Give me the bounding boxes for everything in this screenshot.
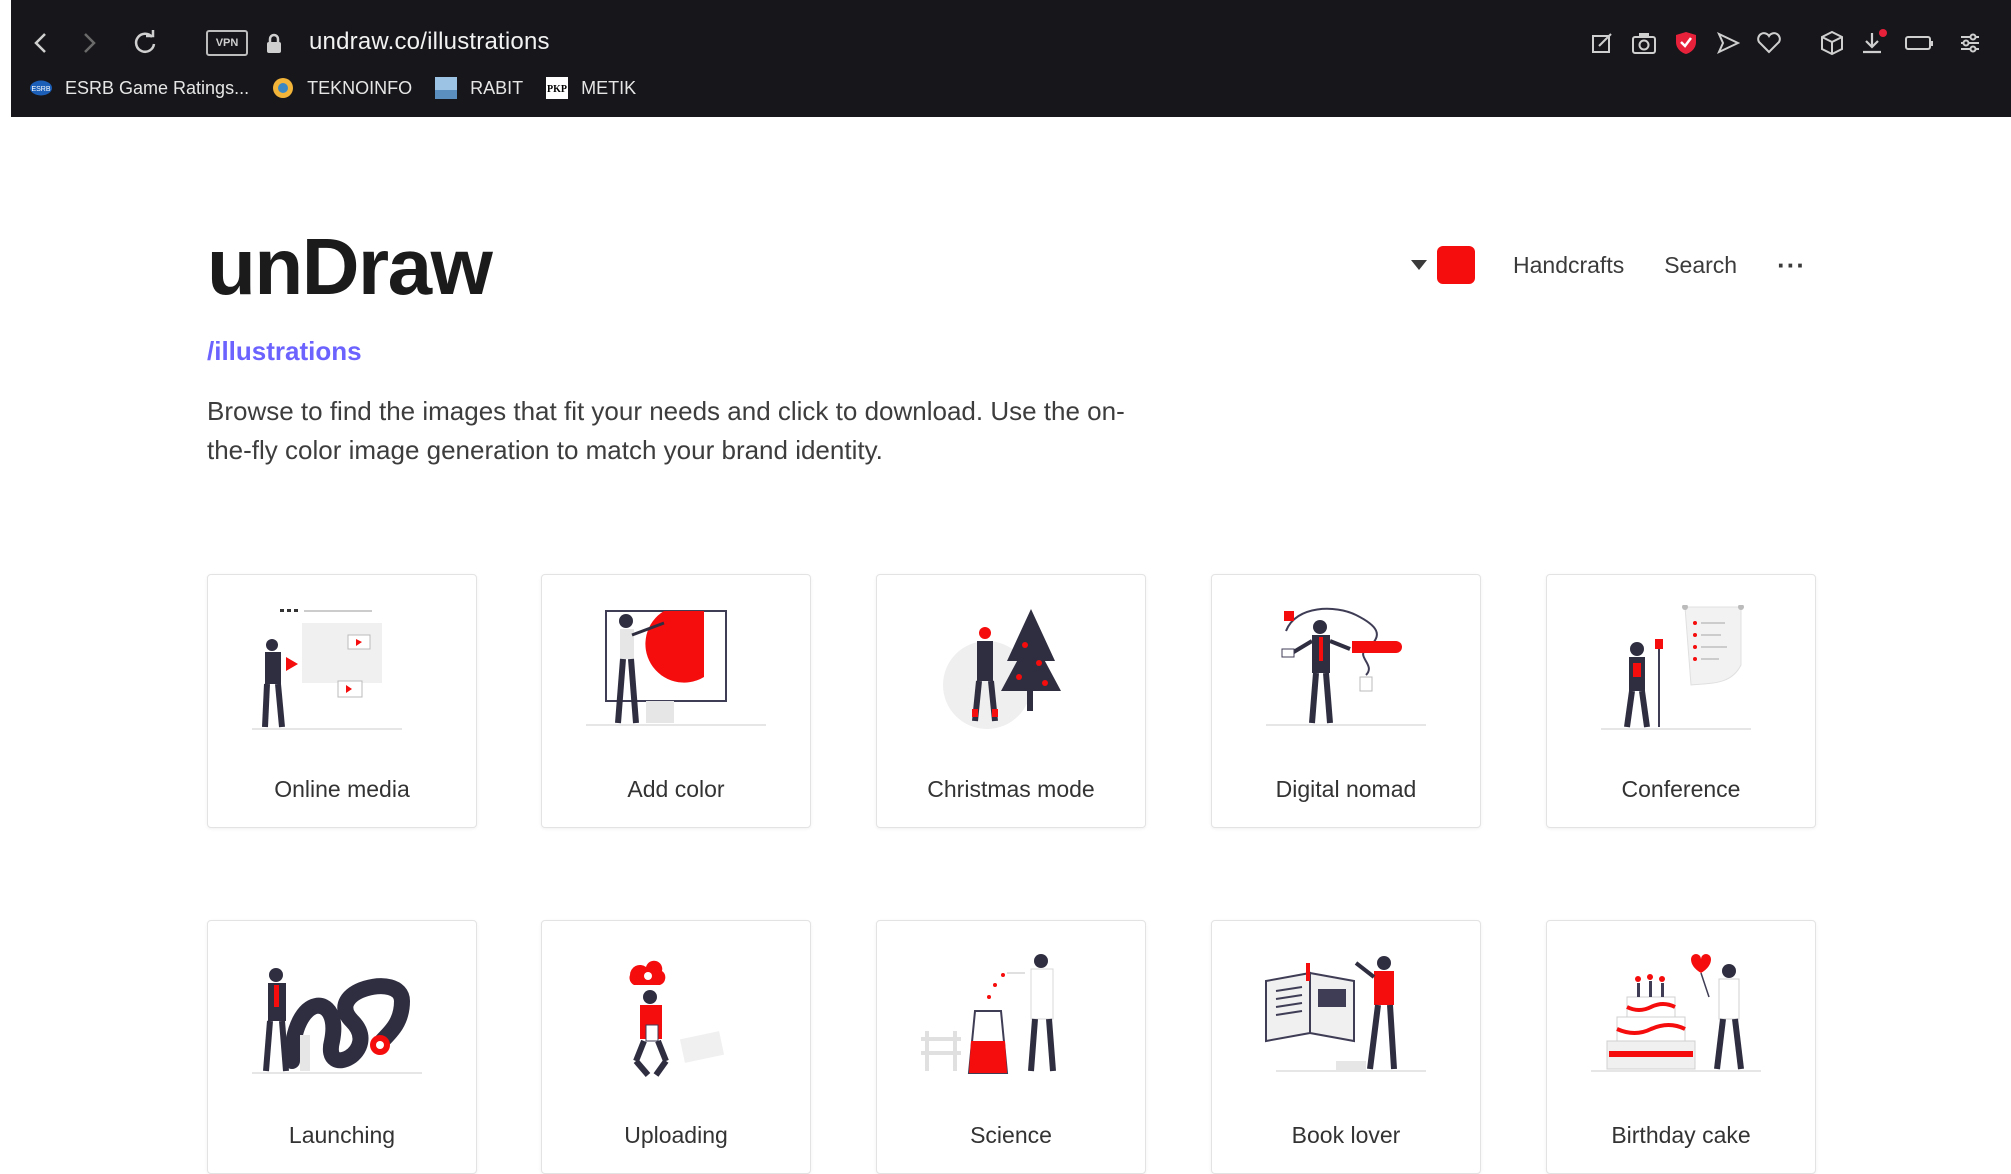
- illustration-card-launching[interactable]: Launching: [207, 920, 477, 1174]
- illustration-card-add-color[interactable]: Add color: [541, 574, 811, 828]
- illustration-label: Digital nomad: [1275, 776, 1417, 802]
- illustration-label: Uploading: [624, 1122, 728, 1148]
- add-color-illustration: [586, 610, 766, 726]
- site-logo[interactable]: unDraw: [207, 221, 493, 313]
- color-dropdown-caret-icon[interactable]: [1411, 260, 1427, 270]
- forward-button[interactable]: [71, 25, 107, 61]
- edit-icon[interactable]: [1587, 28, 1617, 58]
- header-nav: Handcrafts Search ···: [1411, 245, 1806, 285]
- book-lover-illustration: [1265, 956, 1426, 1072]
- page-content: unDraw /illustrations Browse to find the…: [11, 117, 2011, 1174]
- shield-icon[interactable]: [1671, 28, 1701, 58]
- accent-color-picker[interactable]: [1437, 246, 1475, 284]
- nav-search[interactable]: Search: [1664, 252, 1737, 279]
- launching-illustration: [252, 968, 422, 1074]
- illustration-card-book-lover[interactable]: Book lover: [1211, 920, 1481, 1174]
- back-arrow-icon: [34, 33, 46, 53]
- illustration-card-birthday-cake[interactable]: Birthday cake: [1546, 920, 1816, 1174]
- settings-menu-icon[interactable]: [1955, 28, 1985, 58]
- illustration-label: Online media: [274, 776, 410, 802]
- page-subpath: /illustrations: [207, 336, 362, 366]
- metik-icon: PKP: [545, 76, 569, 100]
- svg-text:PKP: PKP: [547, 84, 567, 95]
- bookmark-label: TEKNOINFO: [307, 77, 413, 98]
- nav-handcrafts[interactable]: Handcrafts: [1513, 252, 1624, 279]
- illustration-card-science[interactable]: Science: [876, 920, 1146, 1174]
- send-icon[interactable]: [1713, 28, 1743, 58]
- browser-top-strip: [11, 0, 2011, 8]
- bookmark-teknoinfo[interactable]: TEKNOINFO: [271, 76, 412, 100]
- illustration-card-digital-nomad[interactable]: Digital nomad: [1211, 574, 1481, 828]
- cube-icon[interactable]: [1817, 28, 1847, 58]
- birthday-cake-illustration: [1591, 954, 1761, 1072]
- rabit-icon: [434, 76, 458, 100]
- browser-chrome: VPN undraw.co/illustrations ESRB ESRB Ga…: [11, 8, 2011, 117]
- page-description: Browse to find the images that fit your …: [207, 396, 1125, 465]
- science-illustration: [921, 954, 1056, 1074]
- reload-icon: [134, 30, 156, 53]
- reload-button[interactable]: [127, 25, 163, 61]
- svg-text:ESRB: ESRB: [31, 86, 50, 93]
- bookmark-label: ESRB Game Ratings...: [65, 77, 250, 98]
- bookmark-rabit[interactable]: RABIT: [434, 76, 523, 100]
- bookmark-esrb[interactable]: ESRB ESRB Game Ratings...: [29, 76, 249, 100]
- illustration-label: Launching: [288, 1122, 396, 1148]
- vpn-badge[interactable]: VPN: [206, 30, 248, 56]
- illustration-card-conference[interactable]: Conference: [1546, 574, 1816, 828]
- camera-icon[interactable]: [1629, 28, 1659, 58]
- battery-icon[interactable]: [1904, 28, 1934, 58]
- online-media-illustration: [252, 609, 402, 730]
- uploading-illustration: [629, 960, 725, 1077]
- esrb-icon: ESRB: [29, 76, 53, 100]
- christmas-mode-illustration: [943, 609, 1061, 729]
- back-button[interactable]: [23, 25, 59, 61]
- forward-arrow-icon: [84, 33, 96, 53]
- bookmark-label: METIK: [581, 77, 637, 98]
- illustration-card-uploading[interactable]: Uploading: [541, 920, 811, 1174]
- lock-icon[interactable]: [256, 26, 292, 62]
- illustration-label: Book lover: [1291, 1122, 1401, 1148]
- conference-illustration: [1601, 605, 1751, 730]
- heart-icon[interactable]: [1754, 28, 1784, 58]
- bookmarks-bar: ESRB ESRB Game Ratings... TEKNOINFO RABI…: [29, 76, 658, 100]
- illustration-label: Christmas mode: [927, 776, 1095, 802]
- bookmark-label: RABIT: [470, 77, 524, 98]
- illustration-label: Conference: [1621, 776, 1741, 802]
- bookmark-metik[interactable]: PKP METIK: [545, 76, 636, 100]
- illustration-card-christmas-mode[interactable]: Christmas mode: [876, 574, 1146, 828]
- download-icon[interactable]: [1859, 28, 1889, 58]
- teknoinfo-icon: [271, 76, 295, 100]
- address-bar[interactable]: undraw.co/illustrations: [309, 28, 550, 56]
- more-menu-button[interactable]: ···: [1777, 250, 1806, 281]
- illustration-label: Birthday cake: [1611, 1122, 1751, 1148]
- illustration-label: Science: [970, 1122, 1052, 1148]
- digital-nomad-illustration: [1266, 607, 1426, 726]
- illustration-label: Add color: [627, 776, 725, 802]
- illustration-card-online-media[interactable]: Online media: [207, 574, 477, 828]
